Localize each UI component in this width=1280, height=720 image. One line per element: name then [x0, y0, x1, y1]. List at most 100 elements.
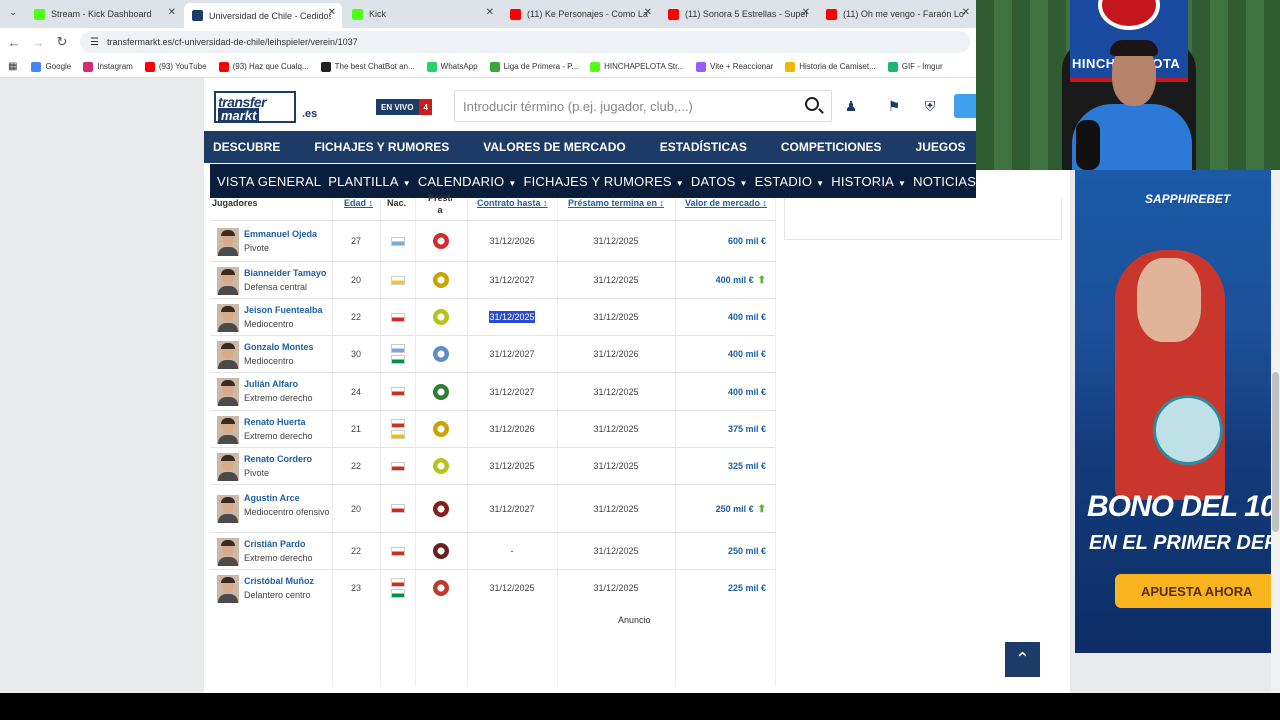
forward-icon[interactable]: → — [26, 35, 50, 50]
sub-nav-item[interactable]: DATOS ▼ — [691, 174, 748, 189]
player-photo[interactable] — [217, 378, 239, 406]
market-value-link[interactable]: 250 mil € — [728, 546, 766, 556]
player-photo[interactable] — [217, 415, 239, 444]
main-nav-item[interactable]: ESTADÍSTICAS — [660, 140, 747, 154]
country-flag-icon[interactable] — [390, 504, 405, 513]
player-photo[interactable] — [217, 574, 239, 603]
bookmark-item[interactable]: (93) Haz que Cualq... — [218, 61, 309, 72]
site-info-icon[interactable]: ☰ — [90, 37, 99, 48]
club-crest-icon[interactable] — [433, 421, 449, 437]
country-flag-icon[interactable] — [390, 275, 405, 285]
back-icon[interactable]: ← — [2, 35, 26, 50]
sapphirebet-ad[interactable]: SAPPHIREBET BONO DEL 10 EN EL PRIMER DEP… — [1075, 170, 1271, 653]
market-value-link[interactable]: 400 mil € — [728, 312, 766, 322]
market-value-link[interactable]: 375 mil € — [728, 424, 766, 434]
page-scrollbar[interactable] — [1271, 78, 1280, 693]
url-field[interactable]: ☰ transfermarkt.es/cf-universidad-de-chi… — [80, 31, 970, 53]
sub-nav-item[interactable]: NOTICIAS — [913, 174, 976, 189]
main-nav-item[interactable]: VALORES DE MERCADO — [483, 140, 625, 154]
player-name-link[interactable]: Jeison Fuentealba — [244, 305, 323, 315]
browser-tab[interactable]: Universidad de Chile - Cedidos ✕ — [184, 3, 342, 28]
player-name-link[interactable]: Bianneider Tamayo — [244, 268, 326, 278]
main-nav-item[interactable]: JUEGOS — [916, 140, 966, 154]
col-market-value[interactable]: Valor de mercado ↕ — [685, 198, 767, 220]
club-crest-icon[interactable] — [433, 383, 449, 400]
market-value-link[interactable]: 400 mil € — [728, 387, 766, 397]
player-photo[interactable] — [217, 340, 239, 369]
club-crest-icon[interactable] — [433, 543, 449, 559]
player-name-link[interactable]: Agustín Arce — [244, 493, 300, 503]
country-flag-icon[interactable] — [390, 355, 405, 364]
browser-tab[interactable]: (11) Ke Personajes - Como La F ✕ — [502, 3, 658, 25]
bookmark-item[interactable]: GIF - Imgur — [887, 61, 943, 72]
market-value-link[interactable]: 400 mil € ⬆ — [716, 275, 766, 286]
club-crest-icon[interactable] — [433, 272, 449, 288]
club-crest-icon[interactable] — [433, 309, 449, 325]
domain-label[interactable]: .es — [302, 108, 317, 120]
club-crest-icon[interactable] — [433, 233, 449, 249]
sub-nav-item[interactable]: HISTORIA ▼ — [831, 174, 906, 189]
bookmark-item[interactable]: WhatsApp — [426, 61, 478, 72]
bookmark-item[interactable]: Liga de Primera - P... — [489, 61, 578, 72]
shield-icon[interactable]: ⛨ — [922, 98, 938, 114]
bookmark-item[interactable]: HINCHAPELOTA Str... — [590, 61, 684, 72]
player-name-link[interactable]: Cristián Pardo — [244, 539, 306, 549]
club-crest-icon[interactable] — [433, 500, 449, 517]
main-nav-item[interactable]: DESCUBRE — [213, 140, 280, 154]
account-icon[interactable] — [954, 94, 976, 118]
player-photo[interactable] — [217, 537, 239, 566]
browser-tab[interactable]: Kick ✕ — [344, 3, 500, 25]
search-icon[interactable] — [805, 97, 819, 111]
bookmark-item[interactable]: Instagram — [83, 61, 133, 72]
player-name-link[interactable]: Renato Huerta — [244, 417, 306, 427]
scrollbar-thumb[interactable] — [1272, 372, 1279, 532]
country-flag-icon[interactable] — [390, 236, 405, 246]
browser-tab[interactable]: (11) Sonora 5 Estrellas - Superr ✕ — [660, 3, 816, 25]
player-name-link[interactable]: Renato Cordero — [244, 454, 312, 464]
bookmark-icon[interactable]: ⚑ — [886, 98, 902, 114]
browser-tab[interactable]: (11) Oh me vengo - Faraón Lov ✕ — [818, 3, 976, 25]
market-value-link[interactable]: 250 mil € ⬆ — [716, 504, 766, 515]
tab-close-icon[interactable]: ✕ — [328, 7, 336, 18]
user-search-icon[interactable]: ♟ — [843, 98, 859, 114]
country-flag-icon[interactable] — [390, 419, 405, 428]
sub-nav-item[interactable]: CALENDARIO ▼ — [418, 174, 517, 189]
player-name-link[interactable]: Julián Alfaro — [244, 379, 298, 389]
gear-icon[interactable]: ⚙ — [1024, 170, 1050, 197]
sub-nav-item[interactable]: PLANTILLA ▼ — [328, 174, 411, 189]
country-flag-icon[interactable] — [390, 461, 405, 471]
player-photo[interactable] — [217, 227, 239, 256]
transfermarkt-logo[interactable]: transfer markt — [214, 91, 296, 123]
browser-tab[interactable]: Stream - Kick Dashboard ✕ — [26, 3, 182, 25]
player-photo[interactable] — [217, 452, 239, 481]
market-value-link[interactable]: 600 mil € — [728, 236, 766, 246]
country-flag-icon[interactable] — [390, 578, 405, 587]
bookmark-item[interactable]: The best ChatBot an... — [320, 61, 415, 72]
player-photo[interactable] — [217, 266, 239, 295]
player-photo[interactable] — [217, 495, 239, 523]
country-flag-icon[interactable] — [390, 387, 405, 396]
sub-nav-item[interactable]: VISTA GENERAL — [217, 174, 321, 189]
search-input[interactable]: Introducir término (p.ej. jugador, club,… — [454, 90, 832, 122]
tab-list-dropdown[interactable]: ⌄ — [6, 7, 20, 21]
col-age[interactable]: Edad ↕ — [344, 198, 373, 220]
apps-grid-icon[interactable]: ▦ — [8, 61, 17, 72]
country-flag-icon[interactable] — [390, 430, 405, 439]
reload-icon[interactable]: ↻ — [50, 34, 74, 50]
col-contract[interactable]: Contrato hasta ↕ — [477, 198, 548, 220]
market-value-link[interactable]: 325 mil € — [728, 461, 766, 471]
country-flag-icon[interactable] — [390, 546, 405, 556]
bookmark-item[interactable]: Historia de Camiset... — [785, 61, 876, 72]
bookmark-item[interactable]: (93) YouTube — [144, 61, 207, 72]
tab-close-icon[interactable]: ✕ — [486, 7, 494, 18]
col-loan-ends[interactable]: Préstamo termina en ↕ — [568, 198, 664, 220]
tab-close-icon[interactable]: ✕ — [644, 7, 652, 18]
country-flag-icon[interactable] — [390, 312, 405, 322]
market-value-link[interactable]: 225 mil € — [728, 583, 766, 593]
tab-close-icon[interactable]: ✕ — [168, 7, 176, 18]
market-value-link[interactable]: 400 mil € — [728, 349, 766, 359]
country-flag-icon[interactable] — [390, 589, 405, 598]
club-crest-icon[interactable] — [433, 580, 449, 596]
club-crest-icon[interactable] — [433, 458, 449, 474]
ad-cta-button[interactable]: APUESTA AHORA — [1115, 574, 1271, 608]
